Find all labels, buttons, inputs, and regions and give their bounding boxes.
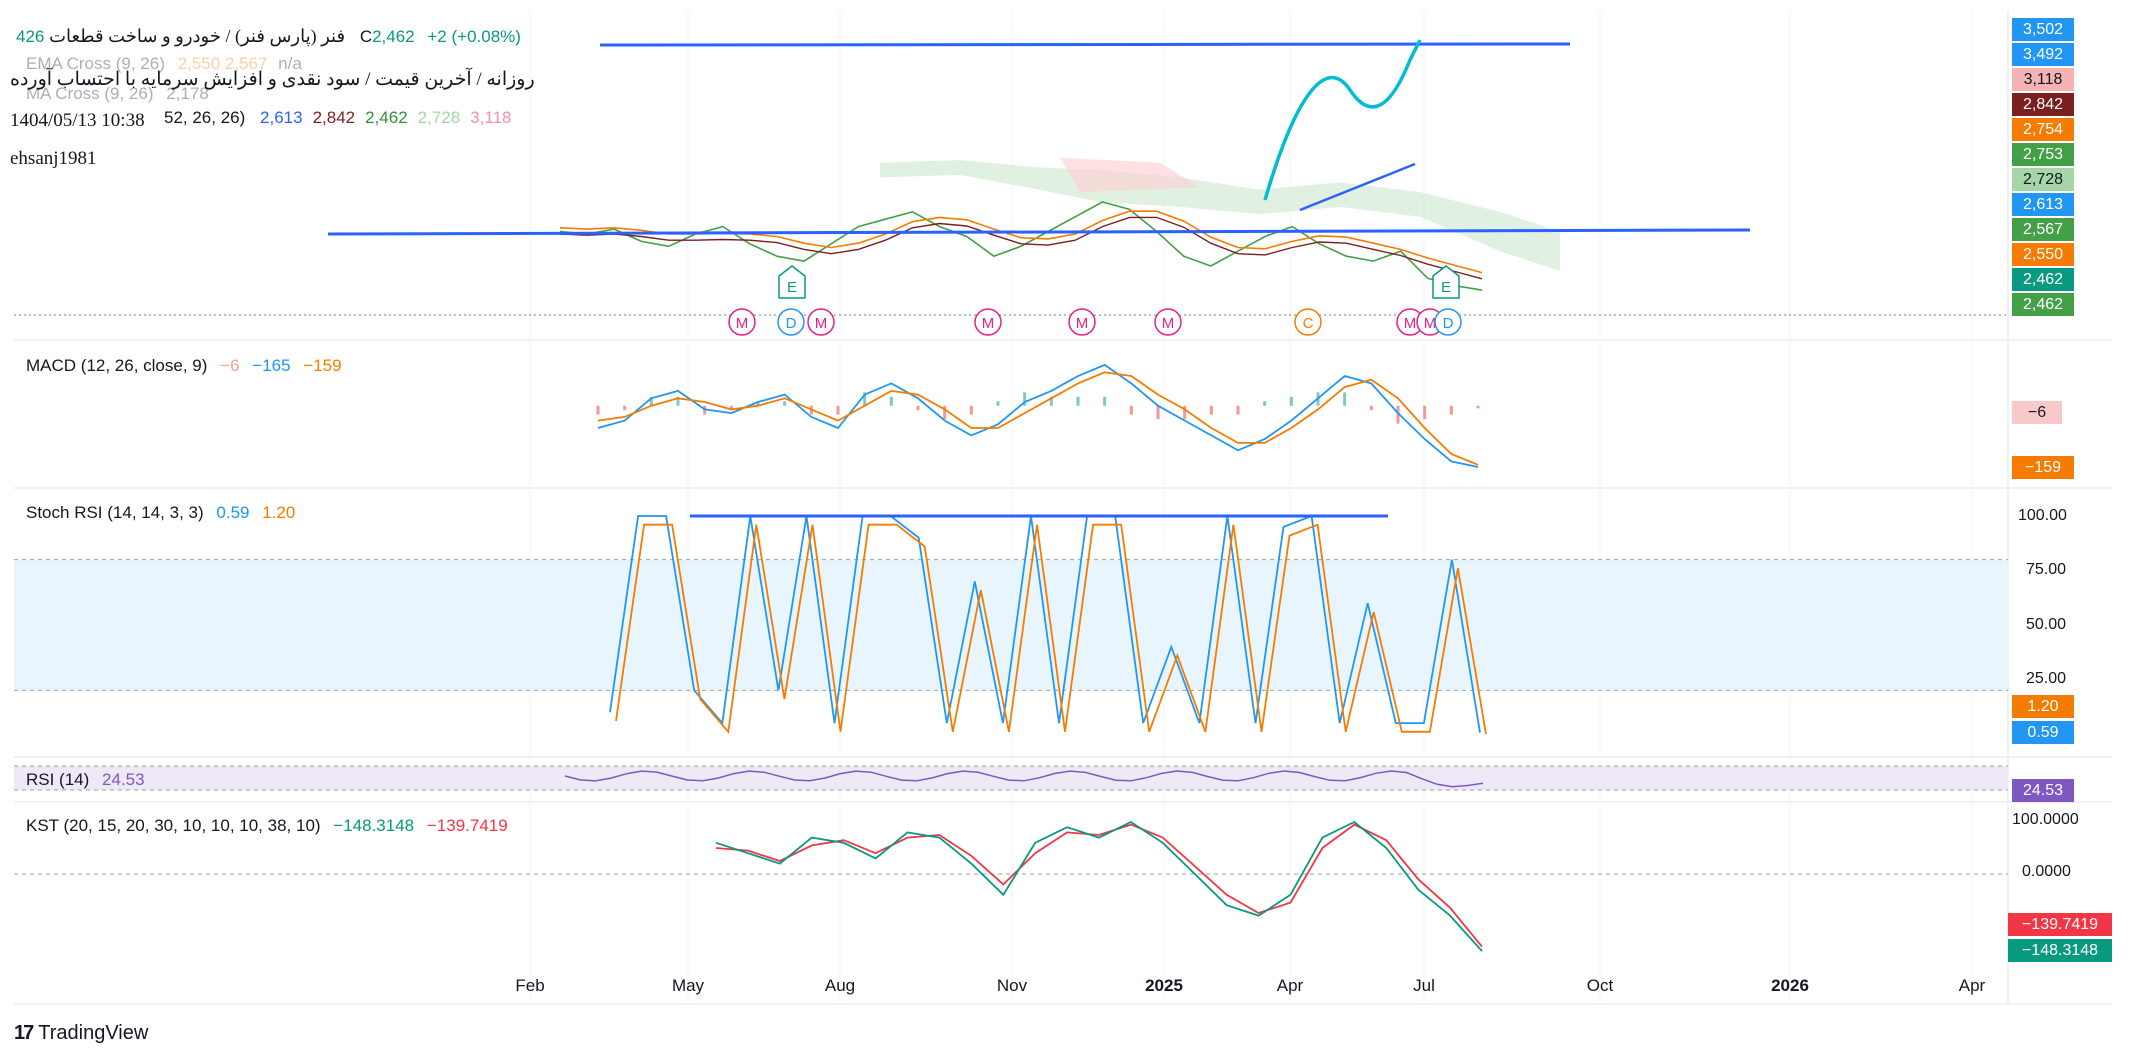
macd-value: −165 bbox=[252, 356, 291, 375]
price-scale-label: 2,567 bbox=[2012, 218, 2074, 241]
ichimoku-values: 2,613 2,842 2,462 2,728 3,118 bbox=[250, 108, 511, 127]
x-tick-label: Apr bbox=[1958, 976, 1986, 995]
event-marker-label: M bbox=[1162, 315, 1175, 332]
kst-line bbox=[715, 820, 1483, 952]
kst-value: −148.3148 bbox=[333, 816, 415, 835]
price-scale-label: 2,728 bbox=[2012, 168, 2074, 191]
author: ehsanj1981 bbox=[10, 148, 97, 169]
ichimoku-value: 2,842 bbox=[312, 108, 356, 127]
price-scale-label: 2,842 bbox=[2012, 93, 2074, 116]
ema-fast-line bbox=[559, 210, 1483, 274]
macd-signal-value: −159 bbox=[303, 356, 342, 375]
ichimoku-legend: 52, 26, 26) 2,613 2,842 2,462 2,728 3,118 bbox=[164, 108, 511, 128]
macd-signal-box: −159 bbox=[2012, 456, 2074, 479]
macd-hist-box: −6 bbox=[2012, 401, 2062, 424]
stoch-d-box: 1.20 bbox=[2012, 695, 2074, 718]
close-value: 2,462 bbox=[372, 27, 415, 46]
x-tick-label: 2025 bbox=[1145, 976, 1183, 995]
price-scale-label: 2,462 bbox=[2012, 268, 2074, 291]
kst-signal-box: −139.7419 bbox=[2008, 913, 2112, 936]
earnings-marker-label: E bbox=[1441, 279, 1451, 296]
kst-label: KST (20, 15, 20, 30, 10, 10, 10, 38, 10) bbox=[26, 816, 321, 835]
ma-cross-label: MA Cross (9, 26) bbox=[26, 84, 154, 103]
macd-legend: MACD (12, 26, close, 9) −6 −165 −159 bbox=[26, 356, 350, 376]
tradingview-brand[interactable]: 17 TradingView bbox=[14, 1022, 148, 1045]
ma-cross-legend: MA Cross (9, 26) 2,178 bbox=[26, 84, 209, 104]
ma-cross-value: 2,178 bbox=[166, 84, 209, 103]
price-scale-label: 2,550 bbox=[2012, 243, 2074, 266]
rsi-value: 24.53 bbox=[102, 770, 145, 789]
price-scale-label: 2,754 bbox=[2012, 118, 2074, 141]
tradingview-logo-icon: 17 bbox=[14, 1022, 34, 1044]
ichimoku-cloud bbox=[880, 160, 1560, 271]
stoch-scale-100: 100.00 bbox=[2018, 507, 2067, 524]
x-tick-label: May bbox=[671, 976, 705, 995]
event-marker-label: M bbox=[736, 315, 749, 332]
event-marker-label: M bbox=[1076, 315, 1089, 332]
event-marker-label: M bbox=[1404, 315, 1417, 332]
kijun-line bbox=[559, 216, 1483, 280]
kst-scale-0: 0.0000 bbox=[2022, 863, 2071, 880]
stoch-legend: Stoch RSI (14, 14, 3, 3) 0.59 1.20 bbox=[26, 503, 303, 523]
event-marker-label: M bbox=[815, 315, 828, 332]
event-marker-label: C bbox=[1303, 315, 1314, 332]
rsi-legend: RSI (14) 24.53 bbox=[26, 770, 153, 790]
price-scale-label: 3,502 bbox=[2012, 18, 2074, 41]
x-tick-label: Oct bbox=[1586, 976, 1614, 995]
price-scale-label: 2,753 bbox=[2012, 143, 2074, 166]
earnings-marker-label: E bbox=[787, 279, 797, 296]
ichimoku-value: 3,118 bbox=[470, 108, 512, 127]
price-scale-label: 2,613 bbox=[2012, 193, 2074, 216]
stoch-scale-25: 25.00 bbox=[2026, 670, 2067, 687]
stoch-band bbox=[14, 559, 2008, 691]
ichimoku-params: 52, 26, 26) bbox=[164, 108, 246, 127]
x-tick-label: 2026 bbox=[1771, 976, 1809, 995]
rsi-box: 24.53 bbox=[2012, 779, 2074, 802]
ichimoku-cloud-bear bbox=[1060, 157, 1200, 193]
symbol-title: فنر (پارس فنر) / خودرو و ساخت قطعات bbox=[49, 26, 346, 46]
event-marker-label: M bbox=[982, 315, 995, 332]
change-value: +2 (+0.08%) bbox=[427, 27, 521, 46]
close-label: C bbox=[359, 27, 373, 46]
symbol-header: فنر (پارس فنر) / خودرو و ساخت قطعات 426 … bbox=[10, 26, 521, 47]
x-tick-label: Nov bbox=[996, 976, 1028, 995]
ichimoku-value: 2,728 bbox=[417, 108, 461, 127]
stoch-k-box: 0.59 bbox=[2012, 721, 2074, 744]
chart-canvas: M D M M M M C M M DE E bbox=[14, 10, 2112, 1005]
stoch-scale-75: 75.00 bbox=[2026, 561, 2067, 578]
rsi-label: RSI (14) bbox=[26, 770, 90, 789]
price-scale-label: 3,492 bbox=[2012, 43, 2074, 66]
price-line bbox=[559, 201, 1483, 291]
macd-hist-value: −6 bbox=[220, 356, 240, 375]
price-scale-label: 2,462 bbox=[2012, 293, 2074, 316]
rsi-band bbox=[14, 766, 2008, 790]
stoch-k-value: 0.59 bbox=[216, 503, 250, 522]
macd-line bbox=[597, 363, 1479, 468]
kst-signal-value: −139.7419 bbox=[426, 816, 508, 835]
brand-label: TradingView bbox=[38, 1022, 149, 1044]
ichimoku-value: 2,462 bbox=[365, 108, 408, 127]
price-scale-label: 3,118 bbox=[2012, 68, 2074, 91]
projection-path bbox=[1263, 39, 1422, 201]
event-marker-label: D bbox=[786, 315, 797, 332]
macd-signal-line bbox=[597, 371, 1479, 466]
stoch-scale-50: 50.00 bbox=[2026, 616, 2067, 633]
kst-signal-line bbox=[715, 823, 1483, 948]
kst-scale-100: 100.0000 bbox=[2012, 811, 2079, 828]
x-tick-label: Aug bbox=[824, 976, 856, 995]
event-marker-label: D bbox=[1443, 315, 1454, 332]
ohlc-fragment: 426 bbox=[16, 27, 45, 46]
x-tick-label: Apr bbox=[1276, 976, 1304, 995]
resistance-trendline bbox=[599, 42, 1571, 47]
kst-legend: KST (20, 15, 20, 30, 10, 10, 10, 38, 10)… bbox=[26, 816, 516, 836]
x-tick-label: Feb bbox=[515, 976, 545, 995]
stoch-label: Stoch RSI (14, 14, 3, 3) bbox=[26, 503, 204, 522]
stoch-d-value: 1.20 bbox=[262, 503, 296, 522]
macd-label: MACD (12, 26, close, 9) bbox=[26, 356, 208, 375]
kst-value-box: −148.3148 bbox=[2008, 939, 2112, 962]
ichimoku-value: 2,613 bbox=[260, 108, 303, 127]
datetime: 1404/05/13 10:38 bbox=[10, 110, 145, 131]
x-tick-label: Jul bbox=[1413, 976, 1435, 995]
